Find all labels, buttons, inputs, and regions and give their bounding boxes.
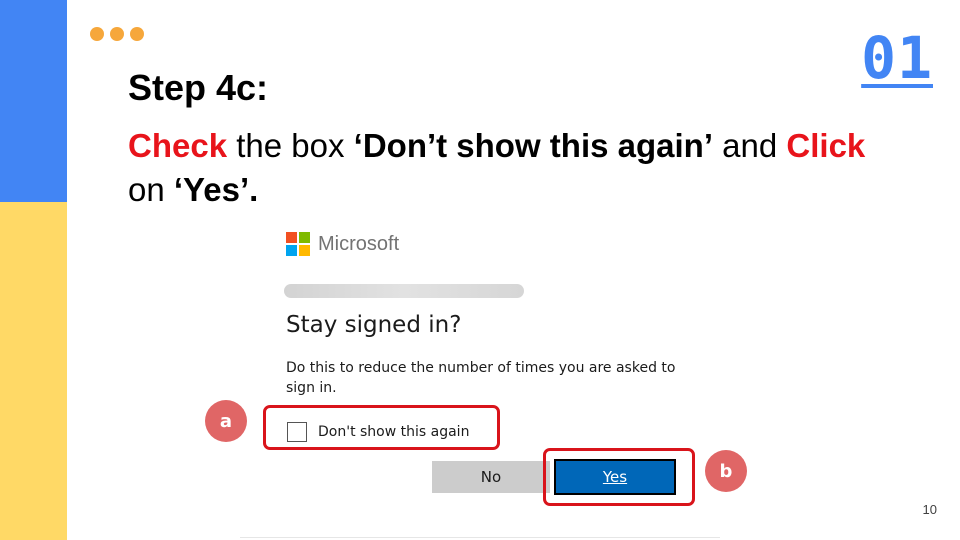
dialog-body: Do this to reduce the number of times yo… [286, 360, 676, 396]
instruction-part: the box [227, 127, 354, 164]
microsoft-wordmark: Microsoft [318, 232, 400, 255]
dialog-divider [240, 537, 720, 538]
check-word: Check [128, 127, 228, 164]
checkbox-highlight [263, 405, 500, 450]
dot-icon [130, 27, 144, 41]
annotation-marker-a: a [205, 400, 247, 442]
instruction-part: on [128, 171, 174, 208]
side-bar-blue [0, 0, 67, 202]
dot-icon [90, 27, 104, 41]
no-button[interactable]: No [432, 461, 550, 493]
dot-icon [110, 27, 124, 41]
side-bar-yellow [0, 202, 67, 540]
yes-quote: ‘Yes’. [173, 171, 259, 208]
instruction-text: Check the box ‘Don’t show this again’ an… [128, 124, 948, 212]
yes-button-highlight [543, 448, 695, 506]
microsoft-squares-icon [286, 232, 310, 256]
microsoft-logo: Microsoft [286, 232, 399, 256]
click-word: Click [786, 127, 866, 164]
step-number: 01 [861, 24, 933, 92]
annotation-marker-b: b [705, 450, 747, 492]
decorative-dots [90, 27, 144, 41]
dialog-title: Stay signed in? [286, 312, 462, 338]
checkbox-quote: ‘Don’t show this again’ [353, 127, 713, 164]
step-title: Step 4c: [128, 67, 269, 108]
instruction-part: and [713, 127, 787, 164]
page-number: 10 [922, 502, 937, 517]
blurred-email [284, 284, 524, 298]
